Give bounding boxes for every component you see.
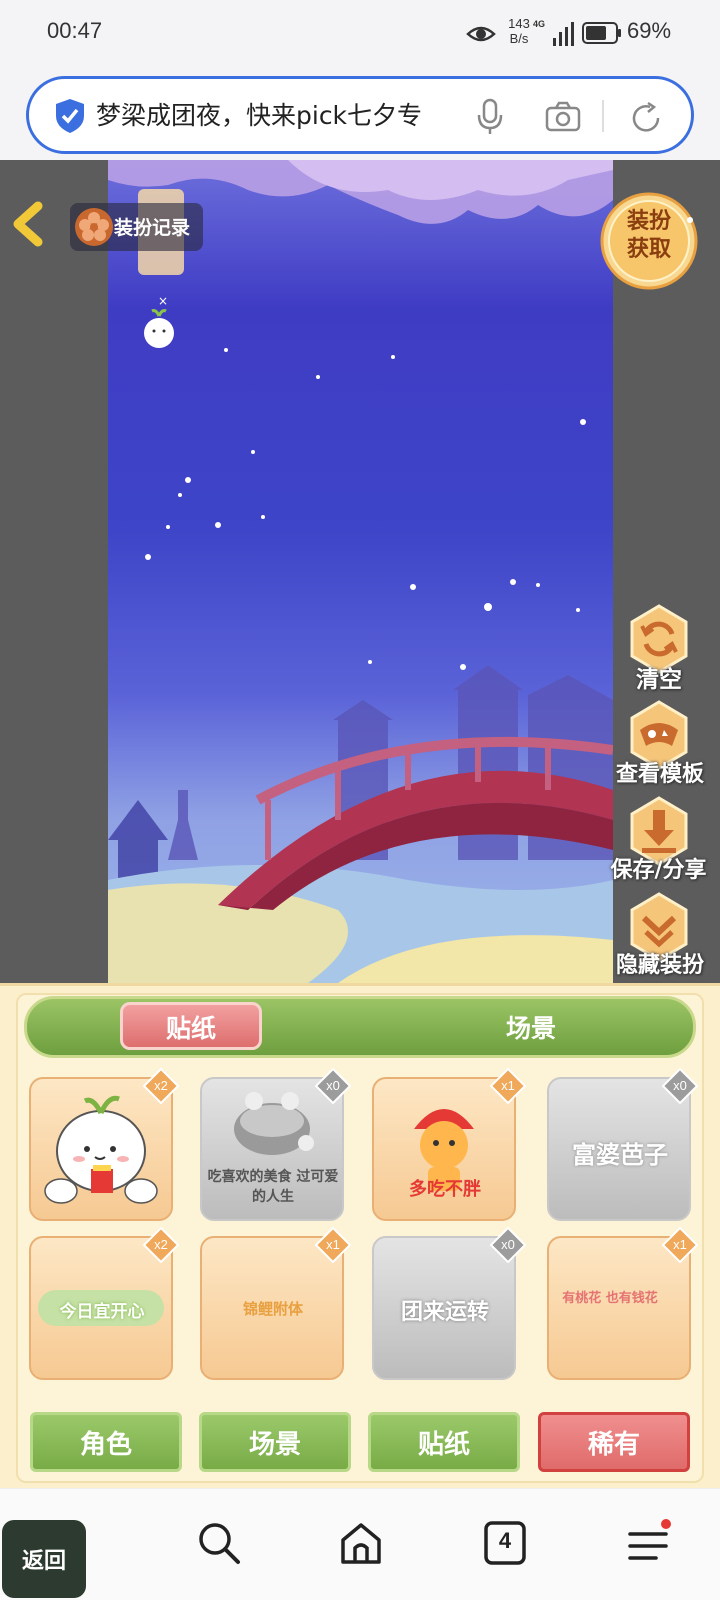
home-icon[interactable]	[338, 1520, 384, 1566]
tab-stickers-label[interactable]: 贴纸	[120, 1009, 262, 1045]
view-template-label[interactable]: 查看模板	[599, 756, 720, 788]
sticker-caption: 多吃不胖	[409, 1179, 481, 1200]
count-badge-text: x2	[154, 1237, 168, 1252]
battery-icon	[582, 22, 621, 44]
count-badge-text: x2	[154, 1078, 168, 1093]
address-divider	[602, 100, 604, 132]
sticker-caption: 团来运转	[400, 1300, 489, 1325]
tab-scene[interactable]: 场景	[460, 1009, 602, 1045]
camera-icon[interactable]	[544, 100, 582, 134]
hide-outfit-label[interactable]: 隐藏装扮	[599, 947, 720, 979]
net-speed: 143 B/s	[503, 16, 535, 46]
category-rare-button[interactable]: 稀有	[538, 1412, 690, 1472]
signal-icon	[553, 22, 574, 46]
search-icon[interactable]	[196, 1520, 242, 1566]
count-badge-text: x0	[673, 1078, 687, 1093]
back-arrow-icon[interactable]	[8, 200, 48, 248]
category-role-button[interactable]: 角色	[30, 1412, 182, 1472]
menu-icon[interactable]	[626, 1518, 674, 1568]
battery-percent: 69%	[627, 18, 672, 43]
clear-label[interactable]: 清空	[599, 660, 719, 694]
sticker-caption: 富婆芭子	[572, 1141, 668, 1169]
acquire-outfit-label: 装扮 获取	[612, 208, 686, 264]
dress-record-label: 装扮记录	[114, 217, 191, 239]
eye-icon	[466, 26, 496, 42]
status-time: 00:47	[47, 18, 103, 43]
tabs-count[interactable]: 4	[482, 1528, 528, 1554]
shield-icon	[56, 99, 84, 133]
save-share-label[interactable]: 保存/分享	[597, 852, 720, 884]
svg-text:×: ×	[158, 294, 168, 308]
mic-icon[interactable]	[474, 98, 506, 136]
sticker-caption: 有桃花 也有钱花	[562, 1291, 658, 1306]
net-speed-unit: B/s	[509, 31, 529, 46]
count-badge-text: x1	[326, 1237, 340, 1252]
net-speed-value: 143	[508, 16, 530, 31]
category-sticker-button[interactable]: 贴纸	[368, 1412, 520, 1472]
count-badge-text: x0	[326, 1078, 340, 1093]
flower-icon	[75, 208, 113, 246]
count-badge-text: x1	[501, 1078, 515, 1093]
category-scene-button[interactable]: 场景	[199, 1412, 351, 1472]
acquire-line2: 获取	[626, 237, 671, 262]
count-badge-text: x1	[673, 1237, 687, 1252]
count-badge-text: x0	[501, 1237, 515, 1252]
back-button-label[interactable]: 返回	[2, 1543, 86, 1575]
reload-icon[interactable]	[628, 100, 664, 136]
sticker-caption: 今日宜开心	[59, 1302, 145, 1322]
acquire-line1: 装扮	[626, 209, 671, 234]
sticker-caption: 锦鲤附体	[242, 1300, 303, 1318]
sticker-caption: 吃喜欢的美食 过可爱的人生	[207, 1169, 339, 1205]
address-text[interactable]: 梦梁成团夜，快来pick七夕专	[96, 98, 448, 134]
